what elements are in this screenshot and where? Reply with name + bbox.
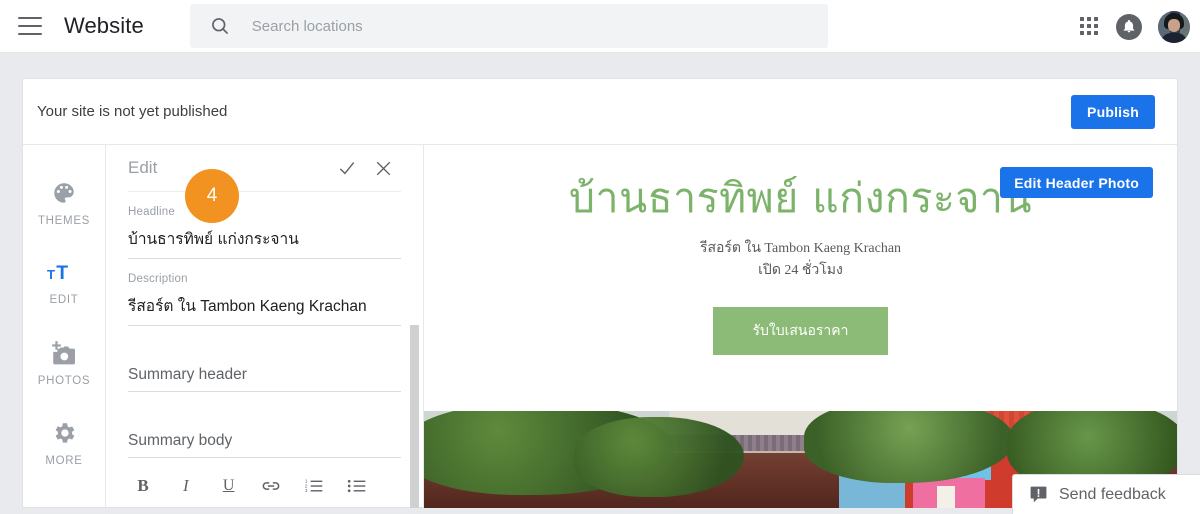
edit-panel: Edit Headline บ้านธารทิพย์ แก่งกระจาน De… (106, 145, 424, 508)
publish-status-text: Your site is not yet published (37, 103, 228, 120)
send-feedback-button[interactable]: Send feedback (1012, 474, 1200, 514)
bell-glyph (1123, 19, 1135, 33)
gear-icon (55, 422, 75, 443)
sidebar-item-photos[interactable]: PHOTOS (23, 323, 106, 403)
apps-grid-icon[interactable] (1080, 16, 1100, 37)
top-app-bar: Website Search locations (0, 0, 1200, 53)
editor-body: THEMES T T EDIT PHOTOS MORE Edit Headlin… (23, 145, 1177, 508)
sidebar-item-label: THEMES (37, 214, 91, 227)
italic-button[interactable]: I (171, 472, 201, 500)
link-button[interactable] (256, 472, 286, 500)
app-title: Website (64, 13, 144, 38)
edit-header-photo-button[interactable]: Edit Header Photo (1000, 167, 1153, 198)
search-placeholder: Search locations (251, 17, 363, 35)
search-icon (211, 18, 228, 34)
svg-text:T: T (56, 263, 68, 284)
text-size-icon: T T (47, 263, 68, 284)
headline-field[interactable]: Headline บ้านธารทิพย์ แก่งกระจาน (128, 206, 401, 259)
sidebar-item-themes[interactable]: THEMES (23, 163, 106, 243)
summary-header-placeholder[interactable]: Summary header (128, 366, 401, 392)
svg-text:3: 3 (305, 488, 308, 493)
sidebar-item-label: EDIT (49, 293, 79, 306)
preview-subtitle: รีสอร์ต ใน Tambon Kaeng Krachan เปิด 24 … (424, 238, 1177, 281)
description-label: Description (128, 273, 188, 285)
description-value[interactable]: รีสอร์ต ใน Tambon Kaeng Krachan (128, 293, 401, 326)
formatting-toolbar: B I U 1 2 3 (128, 472, 372, 500)
summary-body-field[interactable]: Summary body (128, 432, 401, 458)
panel-scrollbar-thumb[interactable] (410, 325, 419, 508)
editor-sidebar: THEMES T T EDIT PHOTOS MORE (23, 145, 106, 508)
link-icon (263, 482, 280, 490)
publish-button[interactable]: Publish (1071, 95, 1155, 129)
numbered-list-button[interactable]: 1 2 3 (299, 472, 329, 500)
avatar[interactable] (1158, 10, 1190, 43)
bulleted-list-icon (347, 479, 366, 493)
hamburger-menu-icon[interactable] (18, 17, 42, 35)
check-glyph (339, 162, 355, 175)
feedback-icon (1030, 486, 1047, 503)
preview-cta-button[interactable]: รับใบเสนอราคา (713, 306, 888, 355)
check-icon[interactable] (329, 153, 365, 183)
preview-subtitle-line2: เปิด 24 ชั่วโมง (758, 262, 843, 278)
sidebar-item-edit[interactable]: T T EDIT (23, 243, 106, 323)
sidebar-item-more[interactable]: MORE (23, 403, 106, 483)
add-photo-icon (52, 340, 75, 364)
app-bar-actions (1080, 0, 1192, 53)
underline-button[interactable]: U (214, 472, 244, 500)
edit-panel-header: Edit (128, 145, 401, 192)
numbered-list-icon: 1 2 3 (305, 479, 323, 493)
send-feedback-label: Send feedback (1059, 485, 1166, 503)
summary-body-placeholder[interactable]: Summary body (128, 432, 401, 458)
headline-value[interactable]: บ้านธารทิพย์ แก่งกระจาน (128, 226, 401, 259)
step-badge: 4 (185, 169, 239, 223)
headline-label: Headline (128, 206, 175, 218)
summary-header-field[interactable]: Summary header (128, 366, 401, 392)
bulleted-list-button[interactable] (342, 472, 372, 500)
search-input[interactable]: Search locations (189, 4, 828, 48)
site-preview: บ้านธารทิพย์ แก่งกระจาน รีสอร์ต ใน Tambo… (424, 145, 1177, 508)
bell-icon[interactable] (1116, 13, 1142, 40)
close-glyph (376, 161, 390, 175)
site-editor-card: Your site is not yet published Publish T… (22, 78, 1178, 508)
sidebar-item-label: MORE (45, 454, 83, 467)
preview-subtitle-line1: รีสอร์ต ใน Tambon Kaeng Krachan (699, 241, 902, 257)
publish-bar: Your site is not yet published Publish (23, 79, 1177, 145)
palette-icon (54, 182, 74, 203)
close-icon[interactable] (365, 153, 401, 183)
bold-button[interactable]: B (128, 472, 158, 500)
svg-text:T: T (47, 267, 55, 282)
description-field[interactable]: Description รีสอร์ต ใน Tambon Kaeng Krac… (128, 273, 401, 326)
sidebar-item-label: PHOTOS (37, 374, 91, 387)
panel-scrollbar[interactable] (408, 145, 420, 508)
